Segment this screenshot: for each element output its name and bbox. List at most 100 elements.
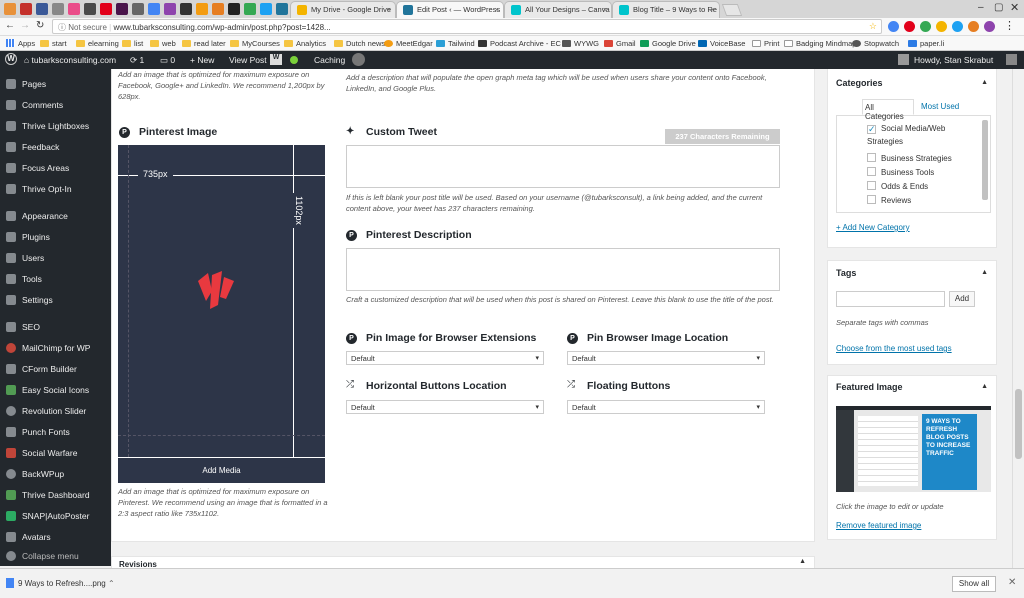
sidebar-item-comments[interactable]: Comments: [0, 96, 111, 116]
collapse-arrow-icon[interactable]: ▲: [981, 269, 988, 276]
pinned-tab-icon[interactable]: [228, 3, 240, 15]
featured-image-thumbnail[interactable]: 9 WAYS TO REFRESH BLOG POSTS TO INCREASE…: [836, 406, 991, 492]
download-item[interactable]: 9 Ways to Refresh....png ⌃: [6, 575, 116, 593]
category-item[interactable]: Business Tools: [867, 167, 934, 177]
sidebar-item-social-warfare[interactable]: Social Warfare: [0, 444, 111, 464]
bookmark-link[interactable]: paper.li: [908, 39, 944, 48]
tab-canva[interactable]: All Your Designs – Canva ×: [504, 1, 612, 18]
sidebar-item-punch-fonts[interactable]: Punch Fonts: [0, 423, 111, 443]
sidebar-item-settings[interactable]: Settings: [0, 291, 111, 311]
updates-link[interactable]: ⟳ 1: [130, 55, 144, 66]
scrollbar-thumb[interactable]: [1015, 389, 1022, 459]
checkbox[interactable]: [867, 195, 876, 204]
bookmark-link[interactable]: Google Drive: [640, 39, 696, 48]
forward-icon[interactable]: →: [20, 20, 30, 31]
pinned-tab-icon[interactable]: [52, 3, 64, 15]
bookmark-apps[interactable]: Apps: [6, 39, 35, 48]
pinned-tab-icon[interactable]: [116, 3, 128, 15]
sidebar-item-easy-social-icons[interactable]: Easy Social Icons: [0, 381, 111, 401]
category-item[interactable]: ✓ Social Media/Web Strategies: [867, 122, 982, 148]
pin-image-extensions-select[interactable]: Default: [346, 351, 544, 365]
category-item[interactable]: Odds & Ends: [867, 181, 928, 191]
comments-link[interactable]: ▭ 0: [160, 55, 175, 66]
info-icon[interactable]: ⓘ: [58, 23, 66, 32]
caching-link[interactable]: Caching: [314, 55, 345, 65]
bookmark-link[interactable]: VoiceBase: [698, 39, 745, 48]
remove-featured-image-link[interactable]: Remove featured image: [836, 521, 921, 530]
pinned-tab-icon[interactable]: [180, 3, 192, 15]
pinned-tab-icon[interactable]: [276, 3, 288, 15]
pin-browser-location-select[interactable]: Default: [567, 351, 765, 365]
bookmark-folder[interactable]: elearning: [76, 39, 119, 48]
close-tab-icon[interactable]: ×: [387, 5, 391, 14]
pinned-tab-icon[interactable]: [20, 3, 32, 15]
yoast-icon[interactable]: W: [270, 54, 282, 65]
tab-edit-post[interactable]: Edit Post ‹ — WordPress ×: [396, 1, 504, 18]
bookmark-link[interactable]: Gmail: [604, 39, 636, 48]
checkbox[interactable]: [867, 153, 876, 162]
view-post-link[interactable]: View Post: [229, 55, 267, 65]
tab-blog-title[interactable]: Blog Title – 9 Ways to Re ×: [612, 1, 720, 18]
new-tab-button[interactable]: [721, 4, 743, 16]
maximize-button[interactable]: ▢: [994, 2, 1003, 13]
tab-all-categories[interactable]: All Categories: [862, 99, 914, 121]
pinned-tab-icon[interactable]: [164, 3, 176, 15]
pinned-tab-icon[interactable]: [4, 3, 16, 15]
pinned-tab-icon[interactable]: [148, 3, 160, 15]
sidebar-item-tools[interactable]: Tools: [0, 270, 111, 290]
add-new-category-link[interactable]: + Add New Category: [836, 223, 910, 232]
minimize-button[interactable]: –: [978, 2, 984, 13]
close-download-bar-icon[interactable]: ✕: [1008, 577, 1016, 588]
close-tab-icon[interactable]: ×: [711, 5, 715, 14]
howdy-user-link[interactable]: Howdy, Stan Skrabut: [914, 55, 993, 65]
new-content-link[interactable]: + New: [190, 55, 214, 65]
sidebar-item-cform-builder[interactable]: CForm Builder: [0, 360, 111, 380]
bookmark-link[interactable]: Podcast Archive - EC: [478, 39, 561, 48]
bookmark-folder[interactable]: read later: [182, 39, 226, 48]
extension-icon[interactable]: [904, 21, 915, 32]
extension-icon[interactable]: [888, 21, 899, 32]
url-bar[interactable]: ⓘ Not secure | www.tubarksconsulting.com…: [52, 19, 882, 34]
pinned-tab-icon[interactable]: [36, 3, 48, 15]
back-icon[interactable]: ←: [5, 20, 15, 31]
sidebar-item-users[interactable]: Users: [0, 249, 111, 269]
extension-icon[interactable]: [952, 21, 963, 32]
add-tag-button[interactable]: Add: [949, 291, 975, 307]
sidebar-item-feedback[interactable]: Feedback: [0, 138, 111, 158]
pinned-tab-icon[interactable]: [100, 3, 112, 15]
pinned-tab-icon[interactable]: [244, 3, 256, 15]
menu-kebab-icon[interactable]: ⋮: [1004, 19, 1015, 32]
bookmark-folder[interactable]: MyCourses: [230, 39, 280, 48]
floating-buttons-select[interactable]: Default: [567, 400, 765, 414]
sidebar-item-snap-autoposter[interactable]: SNAP|AutoPoster: [0, 507, 111, 527]
category-scrollbar[interactable]: [982, 120, 988, 200]
wordpress-logo-icon[interactable]: W: [5, 53, 17, 65]
bookmark-folder[interactable]: Analytics: [284, 39, 326, 48]
sidebar-item-thrive-lightboxes[interactable]: Thrive Lightboxes: [0, 117, 111, 137]
sidebar-item-mailchimp[interactable]: MailChimp for WP: [0, 339, 111, 359]
category-item[interactable]: Reviews: [867, 195, 911, 205]
sidebar-item-thrive-dashboard[interactable]: Thrive Dashboard: [0, 486, 111, 506]
sidebar-item-avatars[interactable]: Avatars: [0, 528, 111, 548]
category-item[interactable]: Business Strategies: [867, 153, 952, 163]
choose-most-used-tags-link[interactable]: Choose from the most used tags: [836, 344, 952, 353]
bookmark-link[interactable]: Stopwatch: [852, 39, 899, 48]
sidebar-item-plugins[interactable]: Plugins: [0, 228, 111, 248]
pinned-tab-icon[interactable]: [260, 3, 272, 15]
collapse-arrow-icon[interactable]: ▲: [981, 79, 988, 86]
sidebar-item-revolution-slider[interactable]: Revolution Slider: [0, 402, 111, 422]
bookmark-link[interactable]: MeetEdgar: [384, 39, 433, 48]
extension-icon[interactable]: [968, 21, 979, 32]
pinned-tab-icon[interactable]: [196, 3, 208, 15]
pinned-tab-icon[interactable]: [212, 3, 224, 15]
sidebar-item-seo[interactable]: SEO: [0, 318, 111, 338]
collapse-arrow-icon[interactable]: ▲: [981, 383, 988, 390]
tags-input[interactable]: [836, 291, 945, 307]
bookmark-folder[interactable]: Dutch news: [334, 39, 385, 48]
bookmark-star-icon[interactable]: ☆: [869, 21, 877, 32]
pinterest-description-textarea[interactable]: [346, 248, 780, 291]
pinned-tab-icon[interactable]: [132, 3, 144, 15]
collapse-arrow-icon[interactable]: ▲: [799, 558, 806, 565]
site-name-link[interactable]: ⌂ tubarksconsulting.com: [24, 55, 116, 65]
collapse-menu-button[interactable]: Collapse menu: [0, 547, 111, 567]
